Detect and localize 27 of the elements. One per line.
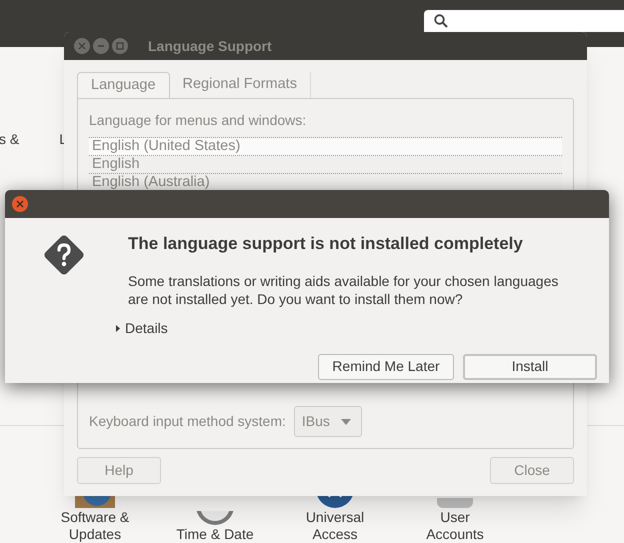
settings-item[interactable]: User Accounts (410, 509, 500, 543)
keyboard-label: Keyboard input method system: (89, 412, 286, 431)
caret-icon (340, 418, 351, 424)
input-method-dropdown[interactable]: IBus (294, 406, 362, 437)
tab[interactable]: Regional Formats (170, 72, 311, 98)
settings-item[interactable]: Software & Updates (50, 509, 140, 543)
details-expander[interactable]: Details (116, 318, 168, 338)
search-icon (434, 14, 448, 28)
help-button[interactable]: Help (77, 457, 161, 484)
tab[interactable]: Language (77, 72, 170, 98)
settings-item[interactable]: Time & Date (170, 526, 260, 543)
language-row[interactable]: English (United States) (89, 138, 562, 156)
expander-icon (116, 324, 121, 332)
window-title: Language Support (148, 36, 272, 56)
remind-later-button[interactable]: Remind Me Later (318, 354, 454, 380)
dialog-title: The language support is not installed completely (128, 233, 524, 255)
close-icon[interactable] (12, 196, 28, 212)
dialog-message: Some translations or writing aids available for your chosen languages are not installed yet. Do you want to install them now? (128, 272, 560, 308)
list-label: Language for menus and windows: (89, 111, 308, 130)
search-field[interactable] (424, 10, 624, 32)
settings-item[interactable]: Universal Access (290, 509, 380, 543)
close-icon[interactable] (74, 38, 90, 54)
install-button[interactable]: Install (463, 354, 597, 380)
minimize-icon[interactable] (93, 38, 109, 54)
close-button[interactable]: Close (490, 457, 574, 484)
maximize-icon[interactable] (112, 38, 128, 54)
language-row[interactable]: English (89, 156, 562, 174)
